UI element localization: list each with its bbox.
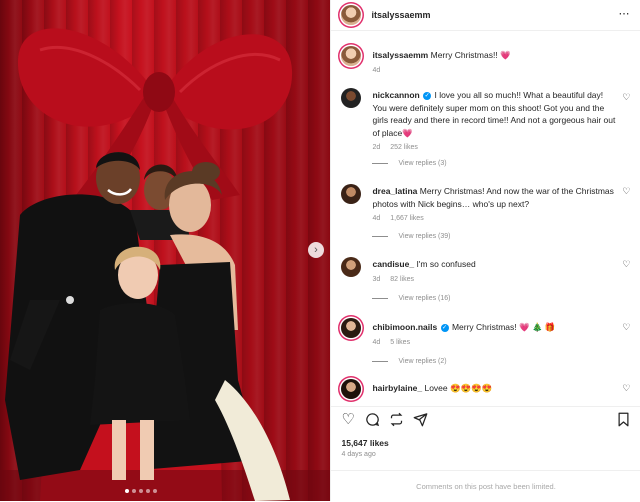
comment-likes[interactable]: 82 likes — [390, 276, 414, 283]
avatar[interactable] — [341, 88, 362, 108]
comment-time: 3d — [372, 275, 381, 283]
comment-icon[interactable] — [365, 412, 380, 430]
share-icon[interactable] — [413, 412, 428, 430]
comment-time: 2d — [372, 144, 381, 151]
carousel-dot[interactable] — [146, 489, 150, 493]
carousel-dots — [125, 489, 157, 493]
verified-badge-icon: ✓ — [440, 323, 449, 332]
comments-limited-notice: Comments on this post have been limited. — [331, 470, 640, 502]
carousel-dot[interactable] — [125, 489, 129, 493]
repost-icon[interactable] — [389, 412, 404, 430]
post-time: 4 days ago — [341, 451, 376, 458]
post-username[interactable]: itsalyssaemm — [371, 10, 430, 20]
chevron-right-icon: › — [314, 244, 318, 256]
comment-like-icon[interactable]: ♡ — [622, 92, 630, 103]
comment-time: 4d — [372, 338, 381, 346]
instagram-post: › itsalyssaemm ⋯ itsalyssaemm Merry Chri… — [0, 0, 640, 501]
view-replies-button[interactable]: View replies (16) — [372, 295, 451, 302]
comment-username[interactable]: nickcannon — [372, 90, 419, 100]
family-photo-illustration — [0, 28, 331, 501]
bookmark-icon[interactable] — [617, 412, 630, 430]
post-actions: ♡ — [331, 406, 640, 433]
view-replies-button[interactable]: View replies (39) — [372, 233, 451, 240]
avatar[interactable] — [341, 184, 362, 204]
comment-username[interactable]: itsalyssaemm — [372, 50, 428, 60]
post-side-panel: itsalyssaemm ⋯ itsalyssaemm Merry Christ… — [330, 0, 640, 501]
comment-username[interactable]: chibimoon.nails — [372, 322, 437, 332]
view-replies-button[interactable]: View replies (2) — [372, 358, 447, 365]
view-replies-button[interactable]: View replies (3) — [372, 160, 447, 167]
comments-list[interactable]: itsalyssaemm Merry Christmas!! 💗 4d nick… — [331, 31, 640, 404]
next-image-button[interactable]: › — [308, 242, 324, 258]
avatar[interactable] — [341, 5, 362, 25]
comment-likes[interactable]: 1,667 likes — [390, 215, 423, 222]
comment-text: Lovee 😍😍😍😍 — [424, 383, 493, 393]
post-header: itsalyssaemm ⋯ — [331, 0, 640, 31]
comment-username[interactable]: drea_latina — [372, 186, 417, 196]
avatar[interactable] — [341, 379, 362, 399]
avatar[interactable] — [341, 318, 362, 338]
comment-username[interactable]: hairbylaine_ — [372, 383, 422, 393]
carousel-dot[interactable] — [139, 489, 143, 493]
carousel-dot[interactable] — [153, 489, 157, 493]
comment-time: 4d — [372, 215, 381, 222]
avatar[interactable] — [341, 257, 362, 277]
likes-count[interactable]: 15,647 likes — [341, 438, 388, 448]
comment-like-icon[interactable]: ♡ — [622, 186, 630, 197]
carousel-dot[interactable] — [132, 489, 136, 493]
comment-likes[interactable]: 252 likes — [390, 144, 418, 151]
comment-like-icon[interactable]: ♡ — [622, 322, 630, 333]
comment-like-icon[interactable]: ♡ — [622, 383, 630, 394]
comment-text: I'm so confused — [416, 259, 476, 269]
avatar[interactable] — [341, 46, 362, 66]
comment-text: Merry Christmas! 💗 🎄 🎁 — [451, 322, 556, 332]
comment-like-icon[interactable]: ♡ — [622, 259, 630, 270]
more-options-icon[interactable]: ⋯ — [618, 7, 630, 20]
comment-username[interactable]: candisue_ — [372, 259, 414, 269]
comment-likes[interactable]: 5 likes — [390, 339, 410, 346]
verified-badge-icon: ✓ — [423, 91, 432, 100]
post-image[interactable]: › — [0, 0, 331, 501]
like-icon[interactable]: ♡ — [341, 412, 354, 427]
comment-time: 4d — [372, 66, 381, 74]
comment-text: Merry Christmas!! 💗 — [430, 50, 511, 60]
